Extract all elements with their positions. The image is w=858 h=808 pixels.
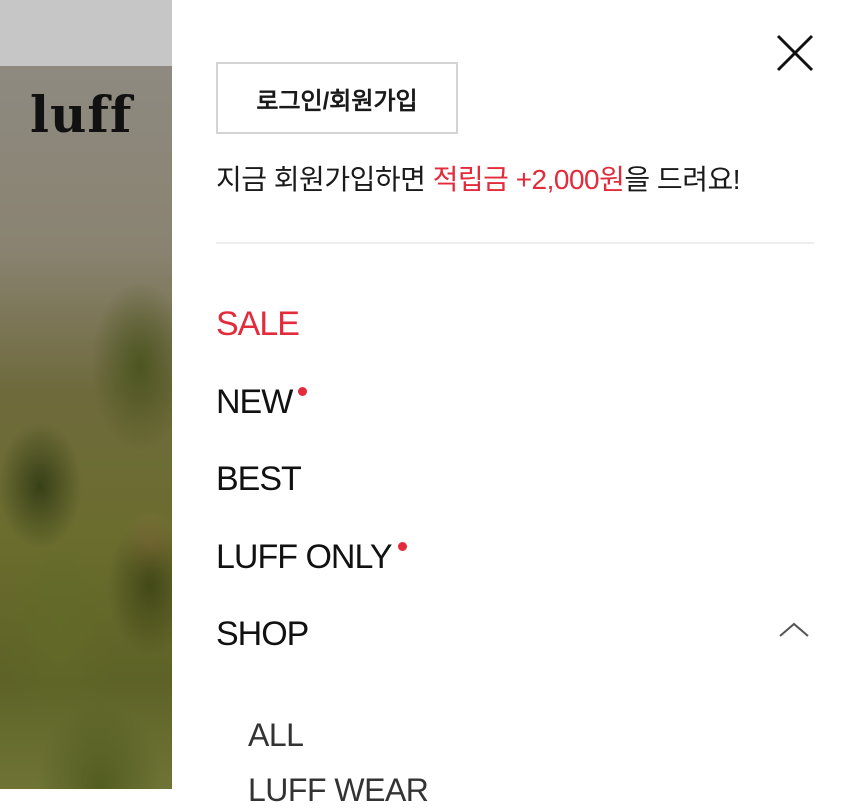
side-menu-drawer: 로그인/회원가입 지금 회원가입하면 적립금 +2,000원을 드려요! SAL… — [172, 0, 858, 806]
submenu-item-all[interactable]: ALL — [248, 719, 304, 751]
menu-item-luff-only[interactable]: LUFF ONLY — [216, 540, 407, 574]
menu-item-label: LUFF ONLY — [216, 538, 393, 576]
new-indicator-dot — [298, 387, 308, 396]
signup-promo-text: 지금 회원가입하면 적립금 +2,000원을 드려요! — [216, 158, 740, 198]
background-page: luff — [0, 0, 172, 789]
chevron-up-icon — [779, 622, 809, 637]
promo-highlight: 적립금 +2,000원 — [432, 164, 625, 195]
close-icon — [776, 34, 814, 72]
brand-logo: luff — [30, 85, 133, 144]
shop-collapse-toggle[interactable] — [776, 618, 812, 642]
menu-item-label: SHOP — [216, 615, 309, 653]
menu-item-label: BEST — [216, 460, 302, 498]
background-hero-image — [0, 66, 172, 789]
menu-item-sale[interactable]: SALE — [216, 305, 300, 343]
promo-prefix: 지금 회원가입하면 — [216, 164, 433, 195]
menu-item-label: NEW — [216, 383, 293, 421]
menu-item-new[interactable]: NEW — [216, 383, 308, 421]
menu-item-label: SALE — [216, 305, 300, 343]
close-button[interactable] — [774, 32, 816, 74]
menu-item-best[interactable]: BEST — [216, 460, 302, 498]
menu-item-shop[interactable]: SHOP — [216, 615, 309, 653]
divider — [216, 242, 814, 244]
login-signup-button[interactable]: 로그인/회원가입 — [216, 62, 458, 134]
background-header — [0, 0, 172, 66]
submenu-item-luff-wear[interactable]: LUFF WEAR — [248, 774, 429, 806]
new-indicator-dot — [397, 542, 407, 551]
promo-suffix: 을 드려요! — [624, 164, 740, 195]
